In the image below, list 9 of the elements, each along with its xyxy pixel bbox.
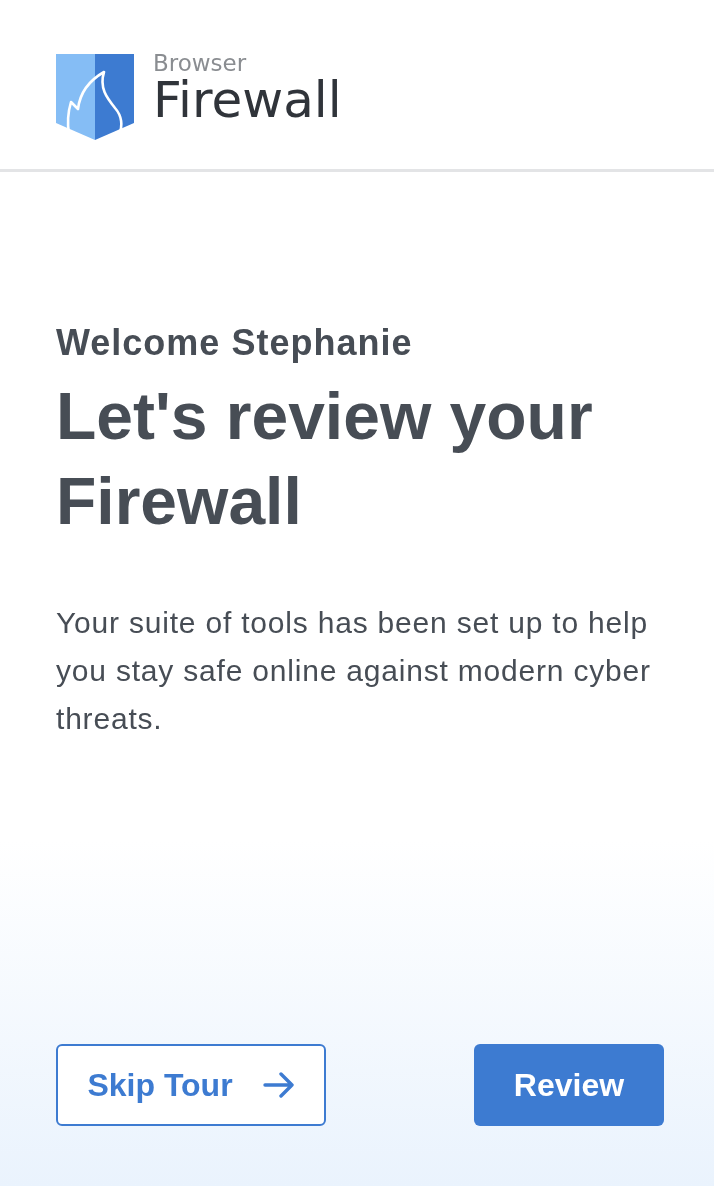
review-button[interactable]: Review	[474, 1044, 664, 1126]
logo-subtitle: Browser	[153, 51, 247, 75]
intro-paragraph: Your suite of tools has been set up to help you stay safe online against modern cyber threats.	[56, 605, 652, 737]
welcome-greeting: Welcome Stephanie	[56, 322, 414, 364]
shield-flame-logo-icon	[56, 54, 134, 140]
page-heading: Let's review your Firewall	[56, 378, 594, 540]
logo-title: Firewall	[153, 75, 342, 125]
arrow-right-icon	[262, 1072, 295, 1098]
skip-tour-button[interactable]: Skip Tour	[56, 1044, 326, 1126]
